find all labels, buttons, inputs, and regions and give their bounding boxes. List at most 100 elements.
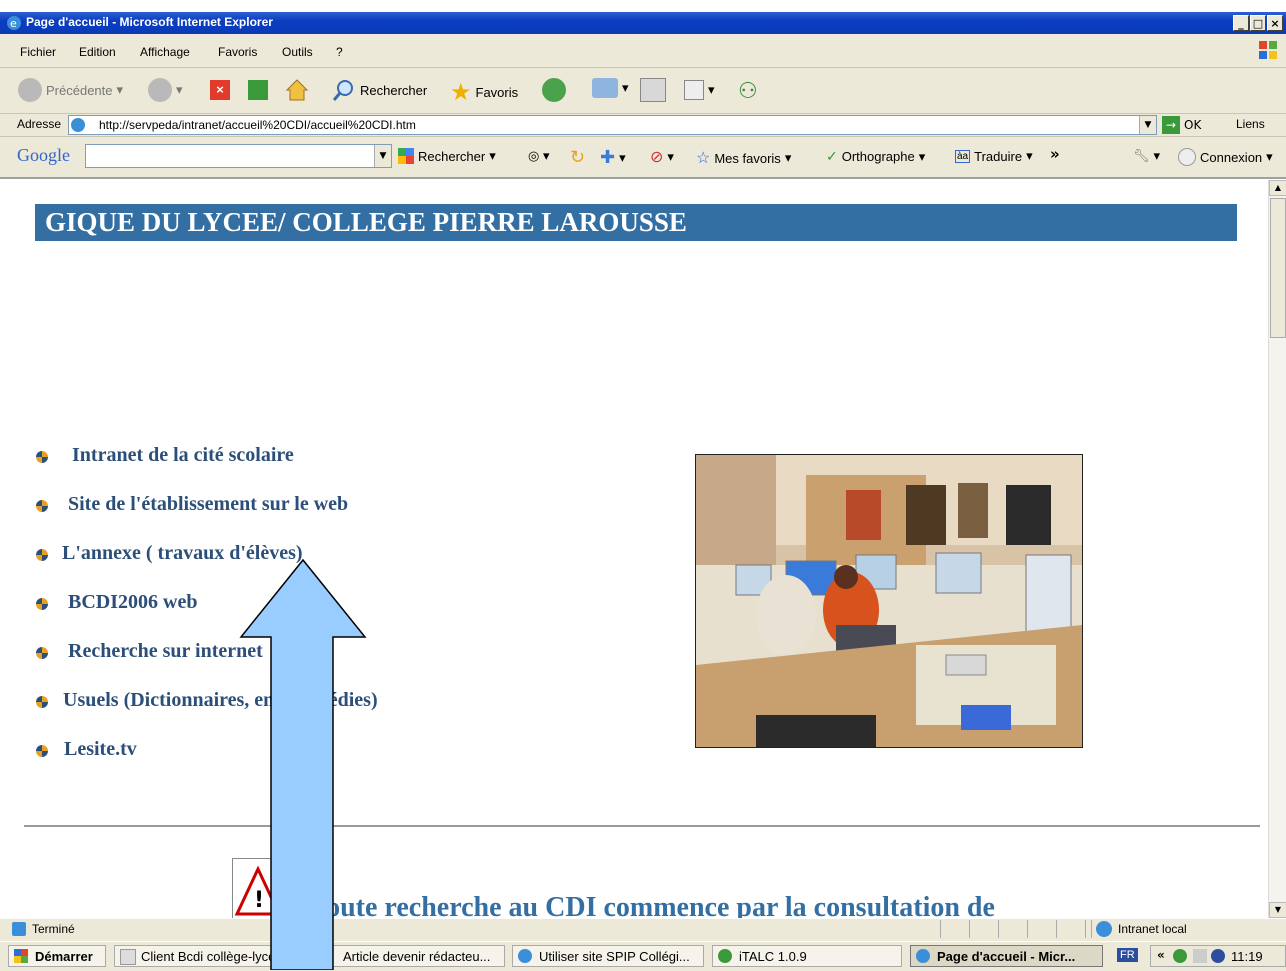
standard-toolbar: Précédente ▾ ▾ × Rechercher ★ Favoris ▾ … — [0, 68, 1286, 114]
windows-flag-icon — [1256, 38, 1280, 62]
go-arrow-icon: → — [1162, 116, 1180, 134]
menu-fichier[interactable]: Fichier — [20, 45, 56, 59]
vertical-scrollbar[interactable]: ▲ ▼ — [1268, 180, 1286, 918]
minimize-button[interactable]: _ — [1233, 15, 1249, 31]
home-icon — [285, 78, 309, 102]
task-italc[interactable]: iTALC 1.0.9 — [712, 945, 902, 967]
start-label: Démarrer — [35, 949, 93, 964]
search-button[interactable]: Rechercher — [332, 78, 427, 102]
signin-button[interactable]: Connexion ▾ — [1178, 148, 1273, 166]
ie-page-icon — [318, 949, 332, 963]
home-button[interactable] — [285, 78, 309, 102]
signin-icon — [1178, 148, 1196, 166]
google-plus-button[interactable]: ✚ ▾ — [600, 147, 626, 168]
bullet-icon — [36, 647, 48, 659]
menu-edition[interactable]: Edition — [79, 45, 116, 59]
ie-logo-icon: e — [6, 15, 22, 31]
link-intranet[interactable]: Intranet de la cité scolaire — [72, 444, 294, 467]
popup-blocker-button[interactable]: ⊘ ▾ — [650, 147, 674, 167]
link-site-web[interactable]: Site de l'établissement sur le web — [68, 493, 348, 516]
favorites-button[interactable]: ★ Favoris — [450, 78, 518, 107]
print-button[interactable] — [640, 78, 666, 102]
star-outline-icon: ☆ — [696, 150, 711, 167]
link-bcdi[interactable]: BCDI2006 web — [68, 591, 197, 614]
warning-icon: ! — [232, 858, 284, 918]
menu-help[interactable]: ? — [336, 45, 343, 59]
link-usuels[interactable]: Usuels (Dictionnaires, encyclopédies) — [63, 689, 378, 712]
status-text: Terminé — [32, 922, 75, 936]
system-tray: « 11:19 — [1150, 945, 1286, 967]
search-icon — [332, 78, 356, 102]
tray-expand-chevron[interactable]: « — [1157, 948, 1165, 962]
mail-icon — [592, 78, 618, 98]
edit-button[interactable]: ▾ — [684, 80, 715, 100]
task-label: Article devenir rédacteu... — [343, 949, 491, 964]
security-zone: Intranet local — [1118, 922, 1187, 936]
google-spin-icon[interactable]: ↻ — [570, 147, 585, 168]
swirl-icon: ↻ — [570, 147, 586, 167]
tray-network-icon[interactable] — [1193, 949, 1207, 963]
messenger-button[interactable]: ⚇ — [738, 78, 758, 104]
settings-button[interactable]: 🔧︎ ▾ — [1133, 148, 1160, 164]
stop-button[interactable]: × — [210, 80, 230, 100]
tray-italc-icon[interactable] — [1173, 949, 1187, 963]
stop-icon: × — [210, 80, 230, 100]
footer-notice: Toute recherche au CDI commence par la c… — [310, 892, 995, 918]
taskbar: Démarrer Client Bcdi collège-lycée Artic… — [0, 941, 1286, 971]
print-icon — [640, 78, 666, 102]
google-dropdown-arrow[interactable]: ▼ — [374, 145, 391, 167]
spellcheck-label: Orthographe — [841, 149, 915, 164]
ie-page-icon — [518, 949, 532, 963]
task-bcdi-client[interactable]: Client Bcdi collège-lycée — [114, 945, 304, 967]
history-icon — [542, 78, 566, 102]
svg-text:!: ! — [254, 888, 264, 913]
refresh-button[interactable] — [248, 80, 268, 100]
mail-button[interactable]: ▾ — [592, 78, 629, 98]
intranet-zone-icon — [1096, 921, 1112, 937]
scroll-down-button[interactable]: ▼ — [1269, 902, 1286, 918]
maximize-button[interactable]: □ — [1250, 15, 1266, 31]
task-page-accueil[interactable]: Page d'accueil - Micr... — [910, 945, 1103, 967]
forward-button[interactable]: ▾ — [148, 78, 183, 102]
scroll-thumb[interactable] — [1270, 198, 1286, 338]
back-button[interactable]: Précédente ▾ — [18, 78, 123, 102]
google-search-button[interactable]: Rechercher ▾ — [398, 148, 496, 164]
links-button[interactable]: Liens — [1236, 117, 1265, 131]
google-favorites-label: Mes favoris — [714, 150, 781, 166]
start-button[interactable]: Démarrer — [8, 945, 106, 967]
google-search-input[interactable]: ▼ — [85, 144, 392, 168]
translate-button[interactable]: àa Traduire ▾ — [955, 148, 1033, 164]
address-label: Adresse — [17, 117, 62, 131]
translate-icon: àa — [955, 149, 971, 163]
page-icon — [71, 118, 85, 132]
translate-label: Traduire — [974, 148, 1023, 164]
language-indicator[interactable]: FR — [1117, 948, 1138, 962]
task-spip[interactable]: Utiliser site SPIP Collégi... — [512, 945, 704, 967]
task-label: Page d'accueil - Micr... — [937, 949, 1076, 964]
address-dropdown-arrow[interactable]: ▼ — [1139, 116, 1156, 134]
go-button[interactable]: → OK — [1162, 116, 1201, 134]
close-button[interactable]: × — [1267, 15, 1283, 31]
google-toolbar: Google ▼ Rechercher ▾ ◎ ▾ ↻ ✚ ▾ ⊘ ▾ ☆ Me… — [0, 137, 1286, 179]
address-input[interactable]: http://servpeda/intranet/accueil%20CDI/a… — [68, 115, 1157, 135]
pagerank-button[interactable]: ◎ ▾ — [528, 148, 549, 164]
spellcheck-icon: ✓ — [826, 148, 838, 164]
menu-affichage[interactable]: Affichage — [140, 45, 190, 59]
task-label: iTALC 1.0.9 — [739, 949, 807, 964]
refresh-icon — [248, 80, 268, 100]
menu-favoris[interactable]: Favoris — [218, 45, 257, 59]
history-button[interactable] — [542, 78, 566, 102]
google-favorites-button[interactable]: ☆ Mes favoris ▾ — [696, 148, 791, 168]
bullet-icon — [36, 598, 48, 610]
tray-audio-icon[interactable] — [1211, 949, 1225, 963]
google-search-label: Rechercher — [418, 148, 486, 164]
toolbar-overflow-chevron[interactable]: » — [1050, 145, 1060, 163]
link-lesite-tv[interactable]: Lesite.tv — [64, 738, 137, 761]
task-article[interactable]: Article devenir rédacteu... — [312, 945, 505, 967]
menu-outils[interactable]: Outils — [282, 45, 313, 59]
scroll-up-button[interactable]: ▲ — [1269, 180, 1286, 196]
link-annexe[interactable]: L'annexe ( travaux d'élèves) — [62, 542, 303, 565]
spellcheck-button[interactable]: ✓ Orthographe ▾ — [826, 148, 925, 165]
clock: 11:19 — [1231, 949, 1263, 964]
link-recherche[interactable]: Recherche sur internet — [68, 640, 263, 663]
